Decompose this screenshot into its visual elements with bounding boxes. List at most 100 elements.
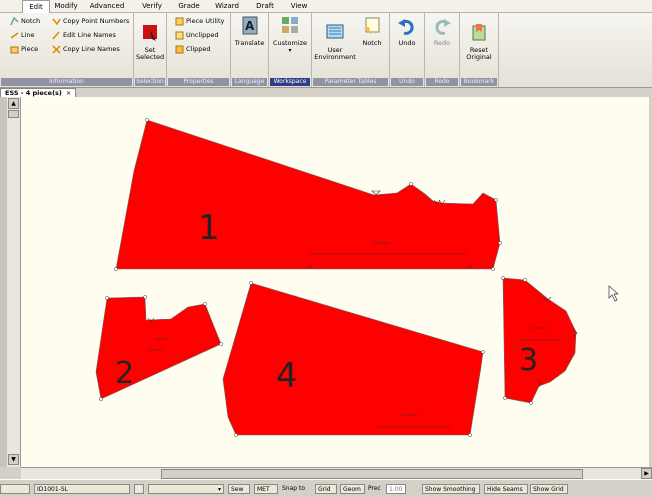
translate-button[interactable]: A Translate <box>233 15 266 63</box>
document-tab-bar: ESS - 4 piece(s) × <box>0 88 652 98</box>
group-redo-label: Redo <box>426 78 458 86</box>
sew-mode-button[interactable]: Sew <box>228 484 250 494</box>
group-workspace-label: Workspace <box>270 78 310 86</box>
pattern-workspace[interactable]: 1 2 3 4 <box>21 97 649 467</box>
svg-text:A: A <box>245 19 255 33</box>
close-icon[interactable]: × <box>66 89 71 97</box>
copy-point-numbers-button[interactable]: Copy Point Numbers <box>52 15 129 27</box>
menu-verify[interactable]: Verify <box>138 1 166 11</box>
piece-icon <box>10 45 19 54</box>
group-undo-label: Undo <box>391 78 423 86</box>
status-dropdown[interactable]: ▾ <box>148 484 224 494</box>
piece-3-shape[interactable] <box>502 277 577 404</box>
line-button[interactable]: Line <box>10 29 35 41</box>
precision-label: Prec <box>368 485 381 492</box>
chevron-down-icon: ▾ <box>217 486 221 493</box>
notch-button[interactable]: Notch <box>10 15 40 27</box>
units-button[interactable]: MET <box>254 484 278 494</box>
group-selection-label: Selection <box>135 78 165 86</box>
group-selection: Set Selected Selection <box>134 13 167 87</box>
show-grid-button[interactable]: Show Grid <box>530 484 568 494</box>
redo-button[interactable]: Redo <box>427 15 457 63</box>
group-workspace: Customize ▾ Workspace <box>269 13 312 87</box>
piece-2-number: 2 <box>115 356 134 391</box>
status-empty-field <box>0 484 30 494</box>
piece-3-number: 3 <box>519 343 538 378</box>
undo-icon <box>398 15 416 37</box>
hide-seams-button[interactable]: Hide Seams <box>484 484 528 494</box>
menu-grade[interactable]: Grade <box>176 1 202 11</box>
group-properties: Piece Utility Unclipped Clipped Properti… <box>167 13 231 87</box>
user-environment-icon <box>326 22 344 44</box>
pieces-canvas: 1 2 3 4 <box>95 118 619 437</box>
customize-icon <box>281 15 299 37</box>
line-icon <box>10 31 19 40</box>
group-redo: Redo Redo <box>425 13 460 87</box>
group-language: A Translate Language <box>231 13 269 87</box>
precision-input[interactable]: 1.00 <box>386 484 406 494</box>
unclipped-button[interactable]: Unclipped <box>175 29 218 41</box>
scroll-right-icon[interactable]: ▶ <box>641 468 652 479</box>
horizontal-scroll-thumb[interactable] <box>161 469 583 479</box>
snap-geom-button[interactable]: Geom <box>340 484 365 494</box>
menu-edit[interactable]: Edit <box>22 0 50 13</box>
group-information: Notch Copy Point Numbers Line Edit Line … <box>0 13 134 87</box>
group-parameter-tables: User Environment Notch Parameter Tables <box>312 13 390 87</box>
edit-line-names-button[interactable]: Edit Line Names <box>52 29 116 41</box>
edit-line-names-icon <box>52 31 61 40</box>
copy-line-names-button[interactable]: Copy Line Names <box>52 43 120 55</box>
piece-button[interactable]: Piece <box>10 43 38 55</box>
piece-4-number: 4 <box>276 356 298 396</box>
vertical-scroll-thumb[interactable] <box>8 110 19 118</box>
piece-4-shape[interactable] <box>222 282 484 436</box>
ribbon: Notch Copy Point Numbers Line Edit Line … <box>0 13 652 88</box>
horizontal-scrollbar[interactable]: ▶ <box>21 467 652 479</box>
group-bookmark-label: Bookmark <box>461 78 497 86</box>
menu-bar: Edit Modify Advanced Verify Grade Wizard… <box>0 0 652 13</box>
menu-advanced[interactable]: Advanced <box>88 1 126 11</box>
menu-draft[interactable]: Draft <box>252 1 278 11</box>
status-bar: ID1001-SL ▾ Sew MET Snap to Grid Geom Pr… <box>0 479 652 497</box>
notch-icon <box>10 16 19 26</box>
menu-modify[interactable]: Modify <box>52 1 80 11</box>
chevron-down-icon: ▾ <box>288 47 292 54</box>
user-environment-button[interactable]: User Environment <box>314 15 356 63</box>
group-information-label: Information <box>1 78 132 86</box>
clipped-button[interactable]: Clipped <box>175 43 211 55</box>
snap-label: Snap to <box>282 485 306 492</box>
group-undo: Undo Undo <box>390 13 425 87</box>
notch-table-button[interactable]: Notch <box>358 15 386 63</box>
unclipped-icon <box>175 31 184 40</box>
menu-wizard[interactable]: Wizard <box>212 1 242 11</box>
status-piece-id: ID1001-SL <box>34 484 130 494</box>
group-properties-label: Properties <box>168 78 229 86</box>
undo-button[interactable]: Undo <box>392 15 422 63</box>
status-small-field <box>134 484 144 494</box>
redo-icon <box>433 15 451 37</box>
menu-view[interactable]: View <box>286 1 312 11</box>
vertical-scrollbar[interactable]: ▲ ▼ <box>7 97 21 467</box>
set-selected-button[interactable]: Set Selected <box>136 15 164 63</box>
mouse-cursor-icon <box>608 285 619 302</box>
customize-button[interactable]: Customize ▾ <box>271 15 309 63</box>
piece-utility-button[interactable]: Piece Utility <box>175 15 224 27</box>
snap-grid-button[interactable]: Grid <box>315 484 337 494</box>
set-selected-icon <box>141 22 159 44</box>
reset-original-button[interactable]: Reset Original <box>462 15 496 63</box>
copy-point-numbers-icon <box>52 17 61 26</box>
piece-1-shape[interactable] <box>115 119 501 270</box>
notch-table-icon <box>363 15 381 37</box>
left-strip <box>0 97 7 467</box>
group-bookmark: Reset Original Bookmark <box>460 13 499 87</box>
group-parameter-tables-label: Parameter Tables <box>313 78 388 86</box>
scroll-down-icon[interactable]: ▼ <box>8 454 19 465</box>
scroll-up-icon[interactable]: ▲ <box>8 98 19 109</box>
translate-icon: A <box>241 15 259 37</box>
clipped-icon <box>175 45 184 54</box>
show-smoothing-button[interactable]: Show Smoothing <box>422 484 480 494</box>
reset-original-icon <box>470 22 488 44</box>
group-language-label: Language <box>232 78 267 86</box>
piece-utility-icon <box>175 17 184 26</box>
piece-1-number: 1 <box>198 208 220 248</box>
copy-line-names-icon <box>52 44 61 54</box>
